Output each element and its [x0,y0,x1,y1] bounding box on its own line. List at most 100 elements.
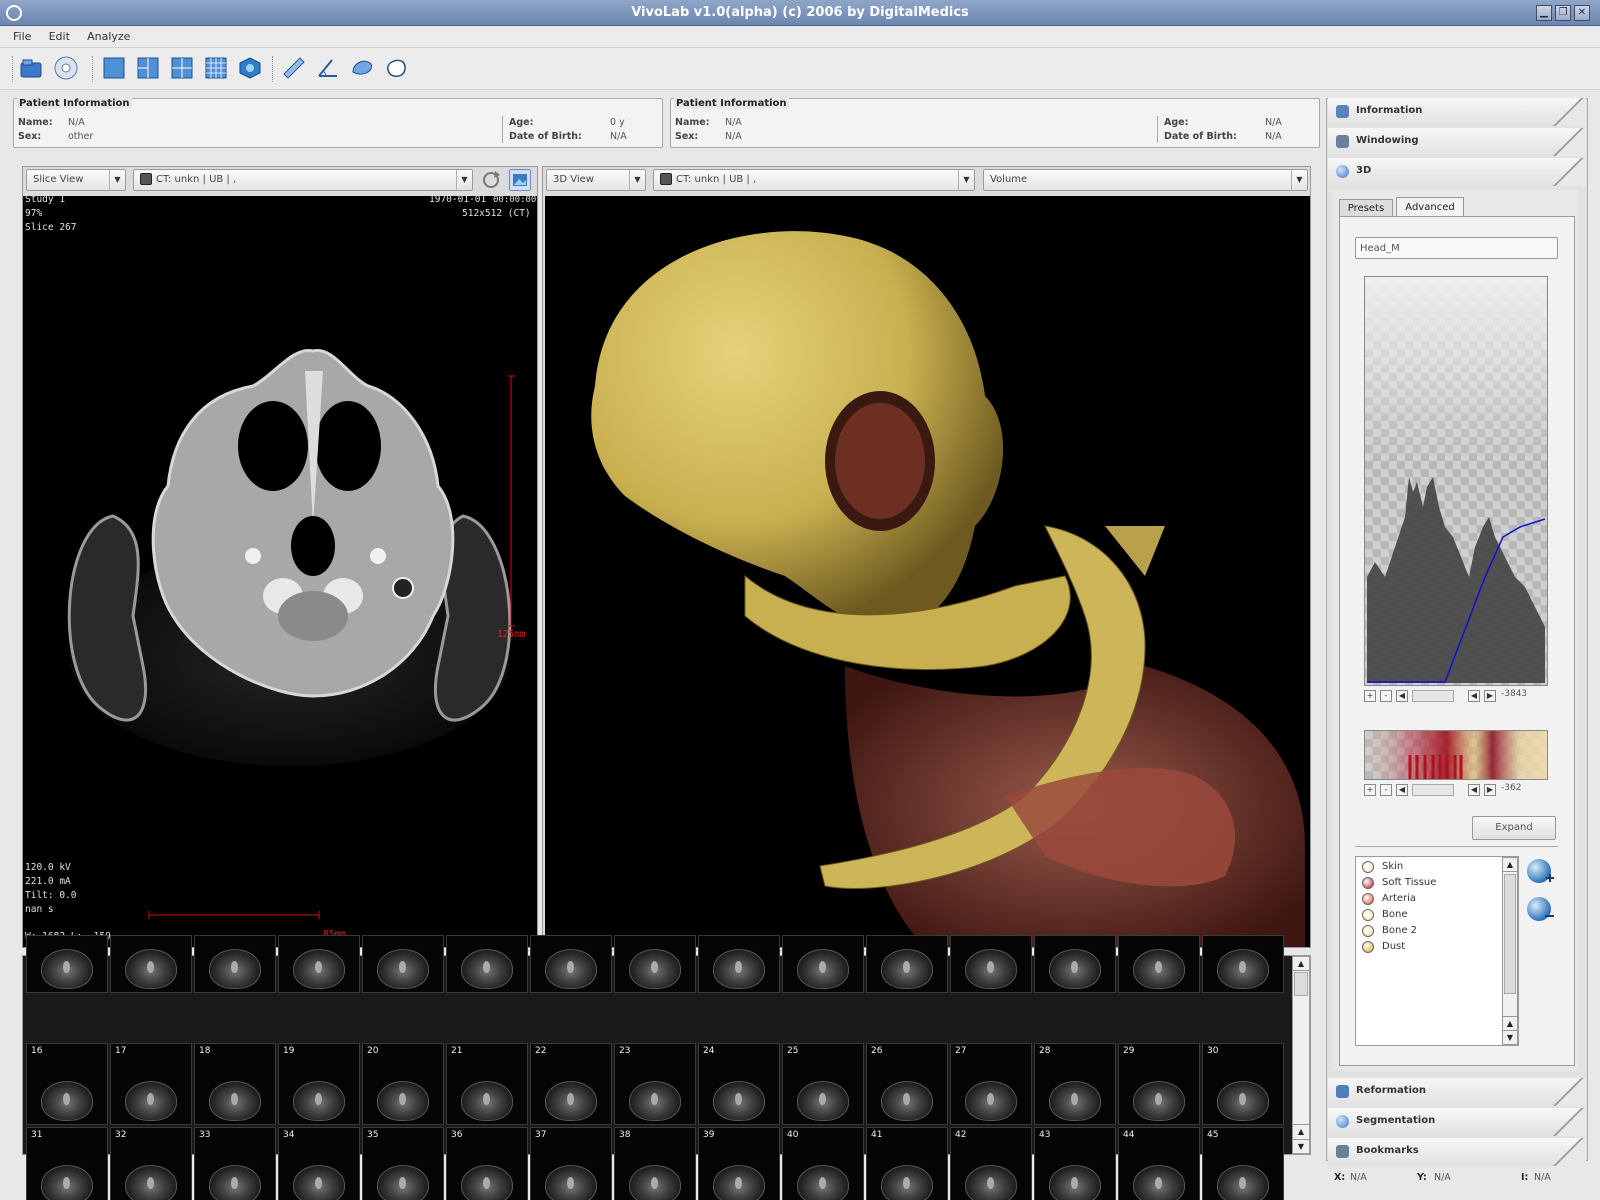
menu-analyze[interactable]: Analyze [80,26,137,48]
remove-tissue-button[interactable] [1526,896,1554,924]
thumbnail[interactable]: 42 [950,1127,1032,1200]
scroll-down-button[interactable]: ▼ [1503,1030,1517,1044]
thumbnail[interactable]: 31 [26,1127,108,1200]
preset-name-input[interactable] [1355,237,1558,259]
tissue-item[interactable]: Bone [1356,907,1502,923]
hist-left-button[interactable]: ◀ [1396,690,1408,702]
tissue-item[interactable]: Bone 2 [1356,923,1502,939]
thumbnail[interactable]: 43 [1034,1127,1116,1200]
3d-view-button[interactable] [236,54,264,82]
thumbnail[interactable] [1034,935,1116,993]
ellipse-roi-button[interactable] [382,54,410,82]
color-prev-button[interactable]: ◀ [1468,784,1480,796]
thumbnail[interactable]: 36 [446,1127,528,1200]
thumbnail[interactable]: 41 [866,1127,948,1200]
thumbnail[interactable] [698,935,780,993]
freehand-roi-button[interactable] [348,54,376,82]
scroll-down-button[interactable]: ▲ [1293,1124,1309,1138]
color-left-button[interactable]: ◀ [1396,784,1408,796]
tissue-item[interactable]: Soft Tissue [1356,875,1502,891]
thumbnail[interactable] [278,935,360,993]
tab-reformation[interactable]: Reformation [1328,1078,1586,1106]
maximize-button[interactable]: ❐ [1555,5,1571,21]
color-remove-button[interactable]: - [1380,784,1392,796]
layout-2x2-button[interactable] [168,54,196,82]
minimize-button[interactable]: ▁ [1536,5,1552,21]
thumbnail[interactable]: 21 [446,1043,528,1125]
cd-button[interactable] [52,54,80,82]
subtab-presets[interactable]: Presets [1339,199,1393,217]
color-next-button[interactable]: ▶ [1484,784,1496,796]
thumbnail[interactable]: 19 [278,1043,360,1125]
color-add-button[interactable]: + [1364,784,1376,796]
thumbnail[interactable]: 37 [530,1127,612,1200]
open-folder-button[interactable] [17,54,45,82]
layout-single-button[interactable] [100,54,128,82]
subtab-advanced[interactable]: Advanced [1396,197,1464,217]
render-mode-select[interactable]: Volume ▼ [983,169,1308,191]
tissue-item[interactable]: Skin [1356,859,1502,875]
hist-next-button[interactable]: ▶ [1484,690,1496,702]
thumbnail[interactable]: 45 [1202,1127,1284,1200]
thumbnail[interactable] [950,935,1032,993]
thumbnail[interactable]: 40 [782,1127,864,1200]
thumbnail[interactable] [614,935,696,993]
scroll-up-button[interactable]: ▲ [1293,957,1309,971]
layout-split-button[interactable] [134,54,162,82]
thumbnail[interactable]: 32 [110,1127,192,1200]
thumbnail[interactable] [110,935,192,993]
menu-edit[interactable]: Edit [42,26,77,48]
thumbnail[interactable]: 33 [194,1127,276,1200]
scroll-thumb[interactable] [1294,972,1308,996]
color-range-slider[interactable] [1412,784,1454,796]
thumbnail[interactable]: 35 [362,1127,444,1200]
thumbnail[interactable] [866,935,948,993]
scroll-down-button[interactable]: ▲ [1503,1016,1517,1030]
tissue-item[interactable]: Arteria [1356,891,1502,907]
thumbnail[interactable]: 28 [1034,1043,1116,1125]
app-logo-icon[interactable] [6,5,22,21]
slice-viewport[interactable]: Study 1 97% Slice 267 1970-01-01 00:00:0… [23,196,537,947]
scroll-up-button[interactable]: ▲ [1503,858,1517,872]
tab-windowing[interactable]: Windowing [1328,128,1586,156]
expand-button[interactable]: Expand [1472,816,1556,840]
thumbnail[interactable]: 16 [26,1043,108,1125]
thumbnail[interactable] [26,935,108,993]
angle-button[interactable] [314,54,342,82]
thumbnail[interactable]: 44 [1118,1127,1200,1200]
thumbnail[interactable]: 30 [1202,1043,1284,1125]
thumbnail[interactable]: 17 [110,1043,192,1125]
hist-remove-button[interactable]: - [1380,690,1392,702]
transfer-function-histogram[interactable] [1364,276,1548,686]
thumbnail[interactable] [782,935,864,993]
thumbnail[interactable]: 24 [698,1043,780,1125]
thumbnail[interactable]: 18 [194,1043,276,1125]
rotate-series-button[interactable] [480,169,502,191]
view-mode-select[interactable]: Slice View ▼ [26,169,126,191]
thumbnail[interactable]: 25 [782,1043,864,1125]
scroll-down-button[interactable]: ▼ [1293,1139,1309,1153]
thumbnail[interactable] [194,935,276,993]
view3d-series-select[interactable]: CT: unkn | UB | , ▼ [653,169,975,191]
hist-range-slider[interactable] [1412,690,1454,702]
tab-information[interactable]: Information [1328,98,1586,126]
ruler-button[interactable] [280,54,308,82]
thumbnail[interactable]: 22 [530,1043,612,1125]
thumbnail-scrollbar[interactable]: ▲ ▲ ▼ [1292,956,1310,1154]
thumbnail[interactable]: 38 [614,1127,696,1200]
snapshot-button[interactable] [509,169,531,191]
tab-3d[interactable]: 3D [1328,158,1586,186]
thumbnail[interactable]: 39 [698,1127,780,1200]
hist-prev-button[interactable]: ◀ [1468,690,1480,702]
view3d-viewport[interactable] [545,196,1310,947]
thumbnail[interactable] [362,935,444,993]
thumbnail[interactable]: 34 [278,1127,360,1200]
view3d-mode-select[interactable]: 3D View ▼ [546,169,646,191]
tissue-list-scrollbar[interactable]: ▲ ▲ ▼ [1502,857,1518,1045]
thumbnail[interactable]: 27 [950,1043,1032,1125]
thumbnail[interactable] [530,935,612,993]
add-tissue-button[interactable] [1526,858,1554,886]
thumbnail[interactable]: 29 [1118,1043,1200,1125]
thumbnail[interactable]: 26 [866,1043,948,1125]
series-select[interactable]: CT: unkn | UB | , ▼ [133,169,473,191]
